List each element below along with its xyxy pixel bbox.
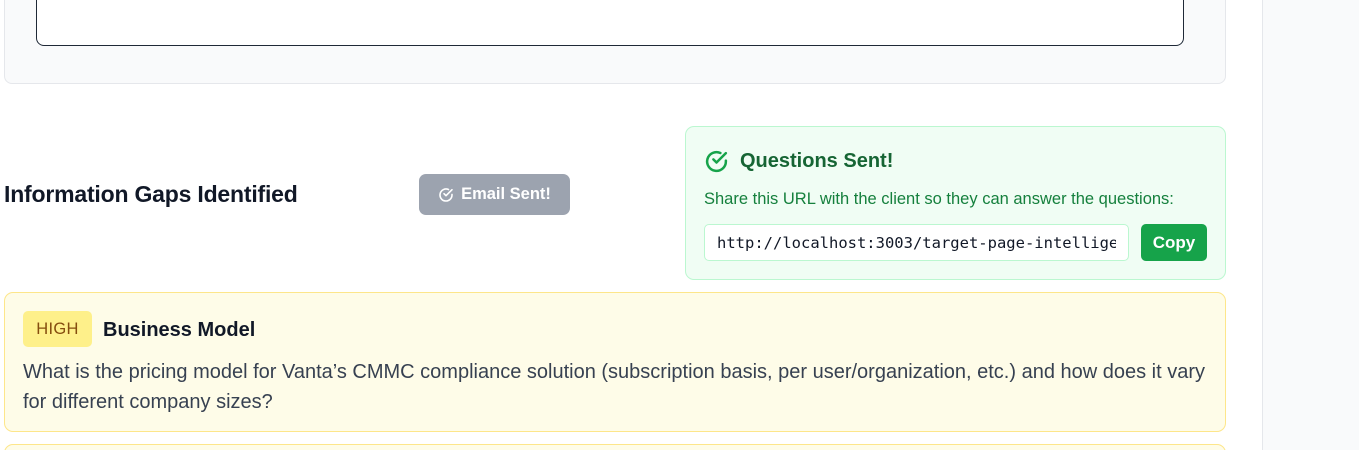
- copy-button[interactable]: Copy: [1141, 224, 1207, 261]
- right-sidebar: [1262, 0, 1359, 450]
- notes-textarea[interactable]: [36, 0, 1184, 46]
- share-url-description: Share this URL with the client so they c…: [704, 190, 1174, 208]
- priority-badge: HIGH: [23, 311, 92, 347]
- main-content: Information Gaps Identified Email Sent! …: [0, 0, 1262, 450]
- section-title: Information Gaps Identified: [4, 181, 298, 207]
- check-circle-icon: [705, 150, 728, 173]
- email-button-label: Email Sent!: [461, 185, 551, 203]
- questions-sent-header: Questions Sent!: [704, 149, 893, 174]
- gap-card: HIGH Business Model What is the pricing …: [4, 292, 1226, 432]
- gap-category: Business Model: [103, 319, 256, 341]
- share-url-input[interactable]: [704, 224, 1129, 261]
- email-sent-button[interactable]: Email Sent!: [419, 174, 570, 215]
- questions-sent-panel: Questions Sent! Share this URL with the …: [685, 126, 1226, 280]
- gap-card: [4, 444, 1226, 450]
- check-circle-icon: [439, 187, 453, 202]
- gap-question: What is the pricing model for Vanta’s CM…: [23, 361, 1206, 413]
- questions-sent-title: Questions Sent!: [740, 150, 894, 172]
